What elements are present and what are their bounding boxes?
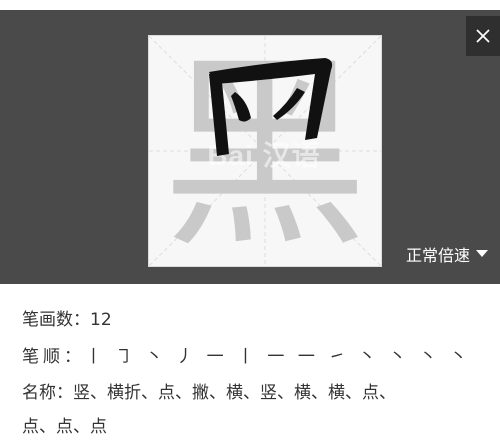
stroke-names-label: 名称： xyxy=(22,383,73,403)
stroke-count-label: 笔画数： xyxy=(22,310,90,330)
stroke-shu xyxy=(209,72,229,156)
stroke-order-row: 笔顺：丨 ㇆ 丶 丿 一 丨 一 一 ㇀ 丶 丶 丶 丶 xyxy=(22,342,471,367)
character-tile: 黑 Bai 汉语 xyxy=(148,35,382,267)
stroke-pie xyxy=(273,88,305,120)
speed-label: 正常倍速 xyxy=(405,246,470,265)
stroke-order-label: 笔顺： xyxy=(22,347,85,367)
speed-selector[interactable]: 正常倍速 xyxy=(406,242,488,266)
stroke-count-value: 12 xyxy=(90,310,112,330)
stroke-names-row: 名称：竖、横折、点、撇、横、竖、横、横、点、 xyxy=(22,378,396,403)
stroke-dian xyxy=(231,92,251,122)
stroke-names-line2: 点、点、点 xyxy=(22,417,107,437)
close-button[interactable] xyxy=(466,16,500,56)
stroke-hengzhe xyxy=(209,58,333,140)
close-icon xyxy=(476,29,490,43)
stroke-count-row: 笔画数：12 xyxy=(22,305,112,330)
caret-down-icon xyxy=(476,250,488,257)
stroke-order-list: 丨 ㇆ 丶 丿 一 丨 一 一 ㇀ 丶 丶 丶 丶 xyxy=(85,347,471,367)
stroke-names-line1: 竖、横折、点、撇、横、竖、横、横、点、 xyxy=(73,383,396,403)
stroke-names-continued: 点、点、点 xyxy=(22,412,107,437)
stroke-animation-player: 黑 Bai 汉语 正常倍速 xyxy=(0,10,500,284)
completed-strokes xyxy=(209,58,333,156)
